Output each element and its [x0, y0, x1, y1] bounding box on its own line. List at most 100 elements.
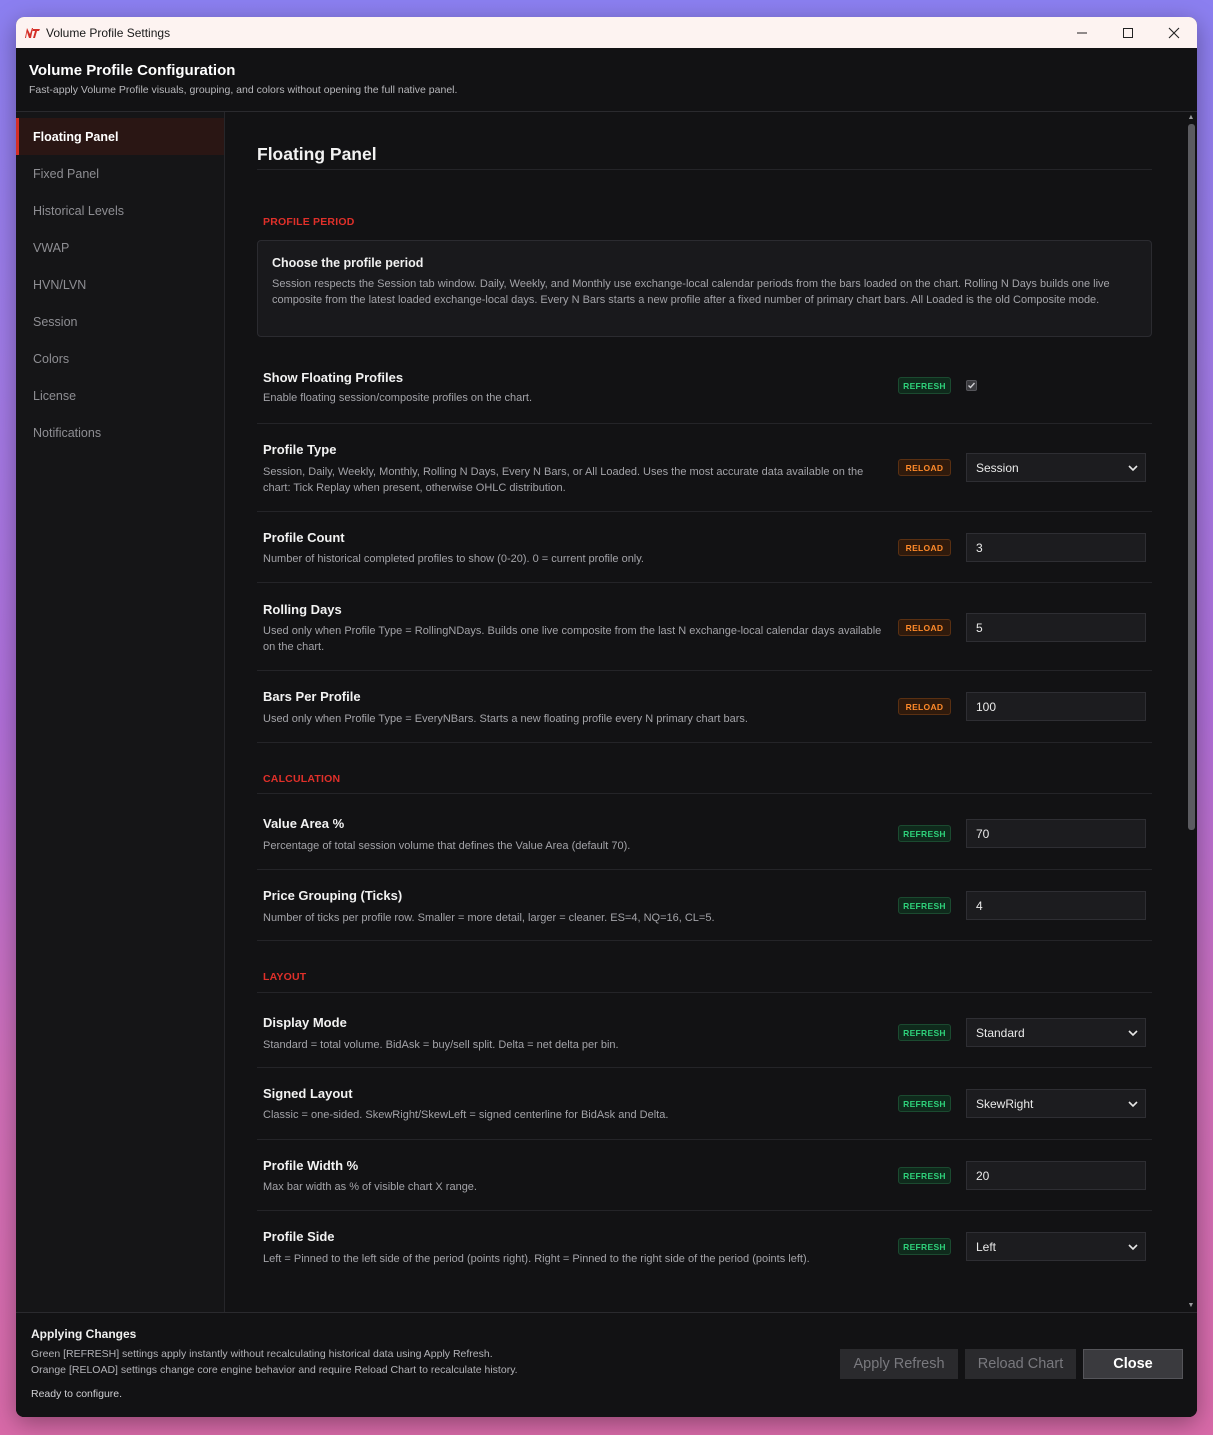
info-box-title: Choose the profile period — [272, 256, 424, 270]
footer-title: Applying Changes — [31, 1327, 137, 1341]
show-floating-profiles-checkbox[interactable] — [966, 380, 977, 391]
setting-label: Profile Count — [263, 530, 345, 545]
setting-label: Bars Per Profile — [263, 689, 361, 704]
close-button[interactable]: Close — [1083, 1349, 1183, 1379]
profile-width-value: 20 — [976, 1168, 990, 1183]
setting-description: Used only when Profile Type = EveryNBars… — [263, 713, 748, 725]
config-header: Volume Profile Configuration Fast-apply … — [16, 48, 1197, 112]
reload-badge: RELOAD — [898, 619, 951, 636]
signed-layout-value: SkewRight — [976, 1096, 1034, 1111]
setting-row-rolling-days: Rolling Days Used only when Profile Type… — [257, 583, 1152, 671]
settings-content: Floating Panel PROFILE PERIOD Choose the… — [225, 112, 1197, 1312]
setting-row-signed-layout: Signed Layout Classic = one-sided. SkewR… — [257, 1068, 1152, 1140]
profile-side-select[interactable]: Left — [966, 1232, 1146, 1261]
profile-count-input[interactable]: 3 — [966, 533, 1146, 562]
sidebar-item-historical-levels[interactable]: Historical Levels — [16, 192, 224, 229]
sidebar-item-fixed-panel[interactable]: Fixed Panel — [16, 155, 224, 192]
setting-description: Number of historical completed profiles … — [263, 553, 644, 565]
window-title: Volume Profile Settings — [46, 25, 171, 40]
sidebar-item-license[interactable]: License — [16, 377, 224, 414]
footer: Applying Changes Green [REFRESH] setting… — [16, 1312, 1197, 1417]
profile-count-value: 3 — [976, 540, 983, 555]
sidebar-item-notifications[interactable]: Notifications — [16, 414, 224, 451]
bars-per-profile-value: 100 — [976, 699, 997, 714]
value-area-value: 70 — [976, 826, 990, 841]
sidebar-item-session[interactable]: Session — [16, 303, 224, 340]
setting-row-profile-side: Profile Side Left = Pinned to the left s… — [257, 1211, 1152, 1283]
profile-width-input[interactable]: 20 — [966, 1161, 1146, 1190]
sidebar-item-floating-panel[interactable]: Floating Panel — [16, 118, 224, 155]
bars-per-profile-input[interactable]: 100 — [966, 692, 1146, 721]
setting-row-profile-type: Profile Type Session, Daily, Weekly, Mon… — [257, 424, 1152, 512]
window-controls — [1059, 17, 1197, 48]
maximize-icon — [1123, 27, 1133, 38]
refresh-badge: REFRESH — [898, 897, 951, 914]
scroll-thumb[interactable] — [1188, 124, 1195, 830]
sidebar-item-hvn-lvn[interactable]: HVN/LVN — [16, 266, 224, 303]
chevron-down-icon — [1128, 1101, 1138, 1108]
reload-chart-button[interactable]: Reload Chart — [965, 1349, 1076, 1379]
title-bar: Volume Profile Settings — [16, 17, 1197, 48]
setting-row-price-grouping: Price Grouping (Ticks) Number of ticks p… — [257, 870, 1152, 941]
value-area-input[interactable]: 70 — [966, 819, 1146, 848]
status-text: Ready to configure. — [31, 1388, 123, 1400]
settings-window: Volume Profile Settings Volume Profile C… — [16, 17, 1197, 1417]
setting-label: Profile Side — [263, 1229, 335, 1244]
minimize-button[interactable] — [1059, 17, 1105, 48]
profile-type-value: Session — [976, 460, 1019, 475]
profile-type-select[interactable]: Session — [966, 453, 1146, 482]
refresh-badge: REFRESH — [898, 825, 951, 842]
setting-description: Percentage of total session volume that … — [263, 840, 631, 852]
refresh-badge: REFRESH — [898, 1095, 951, 1112]
minimize-icon — [1077, 32, 1087, 33]
close-window-button[interactable] — [1151, 17, 1197, 48]
display-mode-select[interactable]: Standard — [966, 1018, 1146, 1047]
refresh-badge: REFRESH — [898, 1238, 951, 1255]
setting-description: Classic = one-sided. SkewRight/SkewLeft … — [263, 1109, 669, 1121]
price-grouping-input[interactable]: 4 — [966, 891, 1146, 920]
rolling-days-value: 5 — [976, 620, 983, 635]
setting-description: Max bar width as % of visible chart X ra… — [263, 1181, 477, 1193]
setting-label: Profile Type — [263, 442, 337, 457]
setting-label: Signed Layout — [263, 1086, 353, 1101]
rolling-days-input[interactable]: 5 — [966, 613, 1146, 642]
reload-badge: RELOAD — [898, 459, 951, 476]
maximize-button[interactable] — [1105, 17, 1151, 48]
price-grouping-value: 4 — [976, 898, 983, 913]
setting-label: Display Mode — [263, 1015, 347, 1030]
section-title-calculation: CALCULATION — [263, 773, 341, 785]
setting-description: Left = Pinned to the left side of the pe… — [263, 1253, 810, 1265]
scroll-up-arrow-icon[interactable]: ▲ — [1187, 114, 1195, 122]
setting-row-profile-count: Profile Count Number of historical compl… — [257, 512, 1152, 583]
sidebar-item-vwap[interactable]: VWAP — [16, 229, 224, 266]
body-area: Floating Panel Fixed Panel Historical Le… — [16, 112, 1197, 1312]
info-box-text: Session respects the Session tab window.… — [272, 278, 1110, 306]
setting-label: Value Area % — [263, 816, 345, 831]
setting-row-bars-per-profile: Bars Per Profile Used only when Profile … — [257, 671, 1152, 743]
profile-period-info-box: Choose the profile period Session respec… — [257, 240, 1152, 337]
setting-description: Session, Daily, Weekly, Monthly, Rolling… — [263, 466, 864, 494]
close-icon — [1168, 27, 1180, 38]
section-title-layout: LAYOUT — [263, 971, 307, 983]
refresh-badge: REFRESH — [898, 377, 951, 394]
signed-layout-select[interactable]: SkewRight — [966, 1089, 1146, 1118]
setting-label: Profile Width % — [263, 1158, 359, 1173]
profile-side-value: Left — [976, 1239, 997, 1254]
scroll-down-arrow-icon[interactable]: ▼ — [1187, 1302, 1195, 1310]
setting-description: Enable floating session/composite profil… — [263, 392, 533, 404]
refresh-badge: REFRESH — [898, 1024, 951, 1041]
reload-badge: RELOAD — [898, 698, 951, 715]
apply-refresh-button[interactable]: Apply Refresh — [840, 1349, 958, 1379]
app-logo-icon — [25, 27, 40, 38]
refresh-badge: REFRESH — [898, 1167, 951, 1184]
setting-description: Standard = total volume. BidAsk = buy/se… — [263, 1039, 619, 1051]
setting-row-show-floating-profiles: Show Floating Profiles Enable floating s… — [257, 337, 1152, 424]
setting-row-profile-width: Profile Width % Max bar width as % of vi… — [257, 1140, 1152, 1211]
display-mode-value: Standard — [976, 1025, 1025, 1040]
vertical-scrollbar[interactable]: ▲ ▼ — [1185, 112, 1197, 1312]
reload-badge: RELOAD — [898, 539, 951, 556]
sidebar: Floating Panel Fixed Panel Historical Le… — [16, 112, 225, 1312]
sidebar-item-colors[interactable]: Colors — [16, 340, 224, 377]
section-calculation: CALCULATION — [257, 743, 1152, 794]
setting-row-display-mode: Display Mode Standard = total volume. Bi… — [257, 993, 1152, 1068]
